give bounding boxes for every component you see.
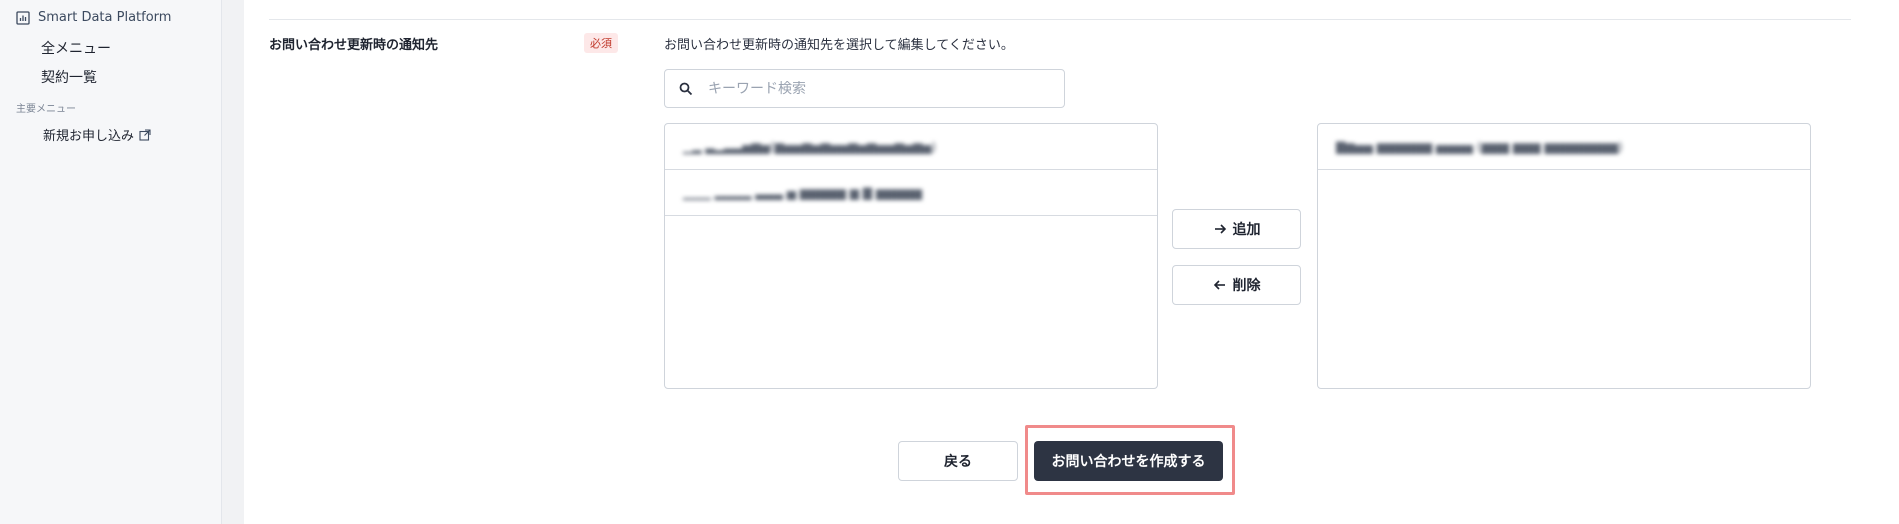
list-item[interactable]: ▁▂ ▃▂▃▃▅▆▅(▆▅▅▆▅▆▅▅▆▅▆▅▅▆▅▆▅) [665, 124, 1157, 170]
sidebar: Smart Data Platform 全メニュー 契約一覧 主要メニュー 新規… [0, 0, 222, 524]
new-application-label: 新規お申し込み [43, 129, 135, 144]
required-badge: 必須 [584, 33, 618, 53]
create-inquiry-button[interactable]: お問い合わせを作成する [1034, 441, 1223, 481]
sidebar-platform-link[interactable]: Smart Data Platform [16, 10, 171, 25]
sidebar-item-new-application[interactable]: 新規お申し込み [43, 125, 151, 144]
notification-field-label: お問い合わせ更新時の通知先 [269, 38, 439, 53]
available-recipients-list[interactable]: ▁▂ ▃▂▃▃▅▆▅(▆▅▅▆▅▆▅▅▆▅▆▅▅▆▅▆▅) ▁▁▁ ▂▂▂▂ ▃… [664, 123, 1158, 389]
add-button[interactable]: 追加 [1172, 209, 1301, 249]
selected-recipients-list[interactable]: ▇▆▅▅ ▆▆▆▆▆▆ ▅▅▅▅ (▆▆▆ ▆▆▆ ▆▆▆▆▆▆▆▆) [1317, 123, 1811, 389]
external-link-icon [139, 128, 151, 141]
sidebar-item-all-menu[interactable]: 全メニュー [41, 38, 111, 58]
platform-label: Smart Data Platform [38, 10, 172, 25]
section-divider [269, 19, 1851, 20]
sidebar-section-label: 主要メニュー [16, 104, 76, 115]
main-content: お問い合わせ更新時の通知先 必須 お問い合わせ更新時の通知先を選択して編集してく… [244, 0, 1899, 524]
remove-button[interactable]: 削除 [1172, 265, 1301, 305]
list-item-label: ▇▆▅▅ ▆▆▆▆▆▆ ▅▅▅▅ (▆▆▆ ▆▆▆ ▆▆▆▆▆▆▆▆) [1336, 139, 1623, 154]
chart-icon [16, 10, 30, 25]
add-button-label: 追加 [1232, 222, 1261, 238]
back-button[interactable]: 戻る [898, 441, 1018, 481]
list-item[interactable]: ▇▆▅▅ ▆▆▆▆▆▆ ▅▅▅▅ (▆▆▆ ▆▆▆ ▆▆▆▆▆▆▆▆) [1318, 124, 1810, 170]
arrow-right-icon [1214, 224, 1226, 234]
list-item[interactable]: ▁▁▁ ▂▂▂▂ ▃▃▃ ▅ ▆▆▆▆▆ ▆ ▇ ▆▆▆▆▆ [665, 170, 1157, 216]
keyword-search-field[interactable] [664, 69, 1065, 108]
layout-gutter [222, 0, 244, 524]
list-item-label: ▁▁▁ ▂▂▂▂ ▃▃▃ ▅ ▆▆▆▆▆ ▆ ▇ ▆▆▆▆▆ [683, 185, 922, 200]
field-instruction: お問い合わせ更新時の通知先を選択して編集してください。 [664, 38, 1014, 53]
remove-button-label: 削除 [1232, 278, 1261, 294]
keyword-search-input[interactable] [708, 80, 1048, 97]
arrow-left-icon [1213, 280, 1225, 290]
search-icon [679, 82, 693, 95]
list-item-label: ▁▂ ▃▂▃▃▅▆▅(▆▅▅▆▅▆▅▅▆▅▆▅▅▆▅▆▅) [683, 139, 937, 154]
sidebar-item-contracts[interactable]: 契約一覧 [41, 67, 97, 87]
